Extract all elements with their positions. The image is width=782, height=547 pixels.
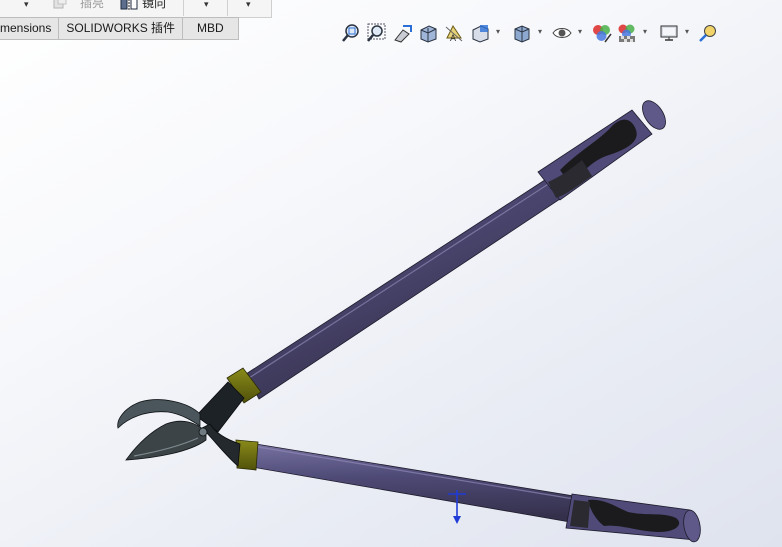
chevron-down-icon[interactable]: ▾ xyxy=(496,28,500,36)
chevron-down-icon[interactable]: ▾ xyxy=(24,0,29,9)
tab-solidworks-addins[interactable]: SOLIDWORKS 插件 xyxy=(59,17,184,40)
apply-scene-icon[interactable] xyxy=(616,22,638,44)
command-manager-tabs: mensions SOLIDWORKS 插件 MBD xyxy=(0,17,239,40)
dynamic-annotation-views-icon[interactable]: A xyxy=(443,22,465,44)
toolbar-separator xyxy=(183,0,184,16)
display-style-icon[interactable] xyxy=(511,22,533,44)
view-orientation-icon[interactable] xyxy=(469,22,491,44)
graphics-area[interactable]: ▾ 插亮 镜向 ▾ ▾ mensions SOLIDWORKS 插件 MBD A… xyxy=(0,0,782,547)
lopping-shears-model[interactable] xyxy=(0,0,782,547)
realview-graphics-icon[interactable] xyxy=(697,22,719,44)
previous-view-icon[interactable] xyxy=(391,22,413,44)
toolbar-separator xyxy=(227,0,228,16)
cutting-head[interactable] xyxy=(117,381,245,467)
chevron-down-icon[interactable]: ▾ xyxy=(246,0,251,9)
command-label-mirror[interactable]: 镜向 xyxy=(142,0,166,14)
section-view-icon[interactable] xyxy=(417,22,439,44)
tab-dimensions[interactable]: mensions xyxy=(0,17,60,40)
edit-appearance-icon[interactable] xyxy=(591,22,613,44)
upper-handle[interactable] xyxy=(226,97,670,404)
chevron-down-icon[interactable]: ▾ xyxy=(643,28,647,36)
chevron-down-icon[interactable]: ▾ xyxy=(578,28,582,36)
insert-icon[interactable] xyxy=(52,0,68,10)
chevron-down-icon[interactable]: ▾ xyxy=(204,0,209,9)
zoom-to-area-icon[interactable] xyxy=(365,22,387,44)
chevron-down-icon[interactable]: ▾ xyxy=(538,28,542,36)
command-label-insert[interactable]: 插亮 xyxy=(80,0,104,14)
zoom-to-fit-icon[interactable] xyxy=(340,22,362,44)
lower-handle[interactable] xyxy=(235,439,703,543)
view-settings-icon[interactable] xyxy=(658,22,680,44)
hide-show-items-icon[interactable] xyxy=(551,22,573,44)
tab-mbd[interactable]: MBD xyxy=(183,17,239,40)
mirror-icon[interactable] xyxy=(120,0,138,10)
chevron-down-icon[interactable]: ▾ xyxy=(685,28,689,36)
command-bar: ▾ 插亮 镜向 ▾ ▾ xyxy=(0,0,272,18)
